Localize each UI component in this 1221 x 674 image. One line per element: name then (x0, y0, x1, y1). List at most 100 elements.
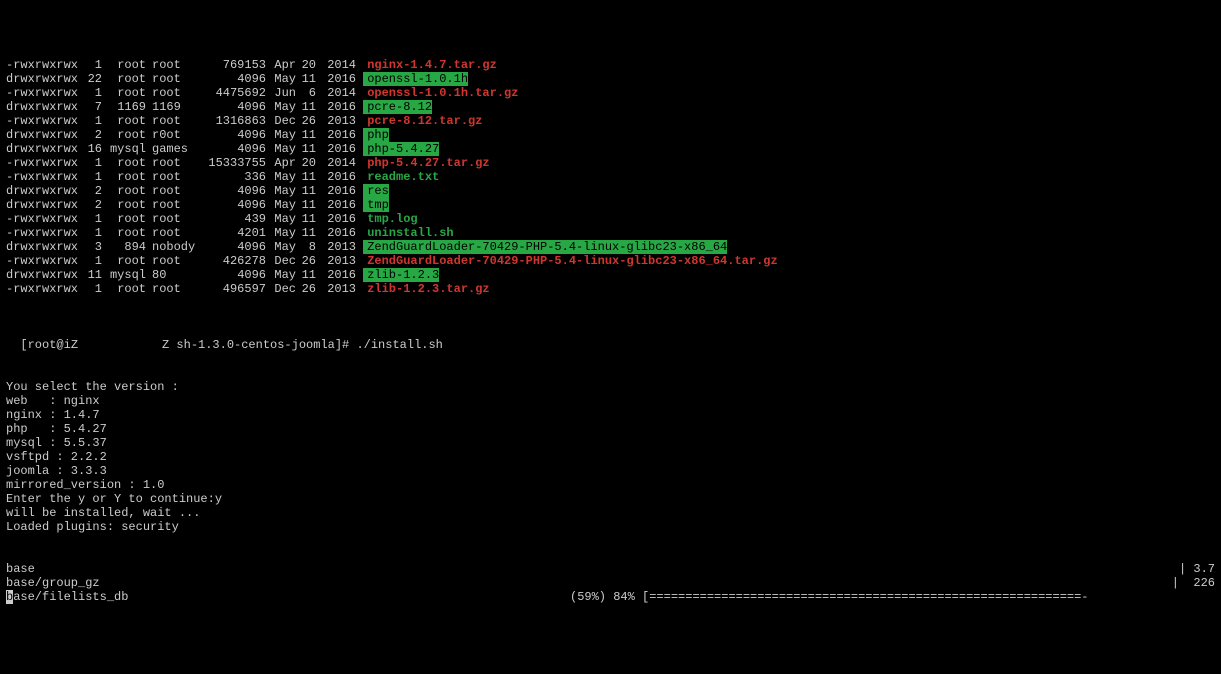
date-year: 2016 (316, 128, 356, 142)
percent-outer: (59%) (570, 590, 606, 604)
owner: root (102, 254, 146, 268)
permissions: -rwxrwxrwx (6, 254, 82, 268)
group: root (146, 58, 196, 72)
size: 4096 (196, 268, 266, 282)
group: root (146, 212, 196, 226)
filename: pcre-8.12.tar.gz (363, 114, 482, 128)
file-row: -rwxrwxrwx1rootroot426278Dec262013 ZendG… (6, 254, 1215, 268)
permissions: drwxrwxrwx (6, 268, 82, 282)
file-row: -rwxrwxrwx1rootroot439May112016 tmp.log (6, 212, 1215, 226)
link-count: 16 (82, 142, 102, 156)
date-month: May (266, 128, 296, 142)
owner: 894 (102, 240, 146, 254)
permissions: drwxrwxrwx (6, 128, 82, 142)
typed-command[interactable]: ./install.sh (356, 338, 442, 352)
date-month: May (266, 142, 296, 156)
date-month: May (266, 184, 296, 198)
group: root (146, 114, 196, 128)
file-row: drwxrwxrwx16mysqlgames4096May112016 php-… (6, 142, 1215, 156)
output-line (6, 366, 1215, 380)
link-count: 1 (82, 226, 102, 240)
group: root (146, 254, 196, 268)
owner: root (102, 184, 146, 198)
size: 439 (196, 212, 266, 226)
date-day: 11 (296, 142, 316, 156)
owner: root (102, 86, 146, 100)
date-month: May (266, 268, 296, 282)
permissions: -rwxrwxrwx (6, 86, 82, 100)
date-month: May (266, 226, 296, 240)
file-row: -rwxrwxrwx1rootroot15333755Apr202014 php… (6, 156, 1215, 170)
date-day: 8 (296, 240, 316, 254)
date-month: Apr (266, 156, 296, 170)
output-line: joomla : 3.3.3 (6, 464, 1215, 478)
filename: pcre-8.12 (363, 100, 432, 114)
output-line: mirrored_version : 1.0 (6, 478, 1215, 492)
download-label: base/group_gz (6, 576, 100, 590)
owner: mysql (102, 142, 146, 156)
filename: tmp (363, 198, 389, 212)
link-count: 3 (82, 240, 102, 254)
group: root (146, 170, 196, 184)
link-count: 22 (82, 72, 102, 86)
size: 4096 (196, 142, 266, 156)
date-day: 11 (296, 268, 316, 282)
file-row: -rwxrwxrwx1rootroot1316863Dec262013 pcre… (6, 114, 1215, 128)
prompt-right: Z sh-1.3.0-centos-joomla]# (162, 338, 356, 352)
output-line: php : 5.4.27 (6, 422, 1215, 436)
date-year: 2013 (316, 114, 356, 128)
size: 4096 (196, 184, 266, 198)
date-year: 2016 (316, 142, 356, 156)
size: 496597 (196, 282, 266, 296)
filename: zlib-1.2.3 (363, 268, 439, 282)
link-count: 2 (82, 128, 102, 142)
date-day: 11 (296, 184, 316, 198)
link-count: 1 (82, 254, 102, 268)
download-right: | 3.7 (1179, 562, 1215, 576)
date-year: 2016 (316, 198, 356, 212)
file-row: -rwxrwxrwx1rootroot496597Dec262013 zlib-… (6, 282, 1215, 296)
group: root (146, 86, 196, 100)
group: root (146, 156, 196, 170)
group: 1169 (146, 100, 196, 114)
date-year: 2016 (316, 72, 356, 86)
group: root (146, 184, 196, 198)
date-month: Apr (266, 58, 296, 72)
owner: root (102, 212, 146, 226)
link-count: 1 (82, 86, 102, 100)
output-line: Enter the y or Y to continue:y (6, 492, 1215, 506)
link-count: 1 (82, 58, 102, 72)
link-count: 1 (82, 282, 102, 296)
file-row: -rwxrwxrwx1rootroot4475692Jun62014 opens… (6, 86, 1215, 100)
file-row: -rwxrwxrwx1rootroot769153Apr202014 nginx… (6, 58, 1215, 72)
owner: root (102, 72, 146, 86)
owner: root (102, 226, 146, 240)
download-line: base/filelists_db(59%) 84% [============… (6, 590, 1215, 604)
filename: zlib-1.2.3.tar.gz (363, 282, 489, 296)
permissions: drwxrwxrwx (6, 184, 82, 198)
date-month: May (266, 100, 296, 114)
owner: root (102, 282, 146, 296)
output-line: nginx : 1.4.7 (6, 408, 1215, 422)
date-month: May (266, 198, 296, 212)
date-year: 2013 (316, 282, 356, 296)
group: 80 (146, 268, 196, 282)
filename: php-5.4.27 (363, 142, 439, 156)
filename: openssl-1.0.1h (363, 72, 468, 86)
output-line: You select the version : (6, 380, 1215, 394)
link-count: 11 (82, 268, 102, 282)
owner: root (102, 156, 146, 170)
size: 1316863 (196, 114, 266, 128)
date-month: May (266, 212, 296, 226)
date-month: May (266, 170, 296, 184)
file-row: drwxrwxrwx2rootr0ot4096May112016 php (6, 128, 1215, 142)
link-count: 7 (82, 100, 102, 114)
permissions: drwxrwxrwx (6, 100, 82, 114)
prompt-left: [root@iZ (20, 338, 78, 352)
size: 4475692 (196, 86, 266, 100)
download-label: base (6, 562, 35, 576)
file-row: drwxrwxrwx7116911694096May112016 pcre-8.… (6, 100, 1215, 114)
shell-prompt-line[interactable]: [root@iZZ sh-1.3.0-centos-joomla]# ./ins… (6, 324, 1215, 338)
output-line: will be installed, wait ... (6, 506, 1215, 520)
download-line: base | 3.7 (6, 562, 1215, 576)
